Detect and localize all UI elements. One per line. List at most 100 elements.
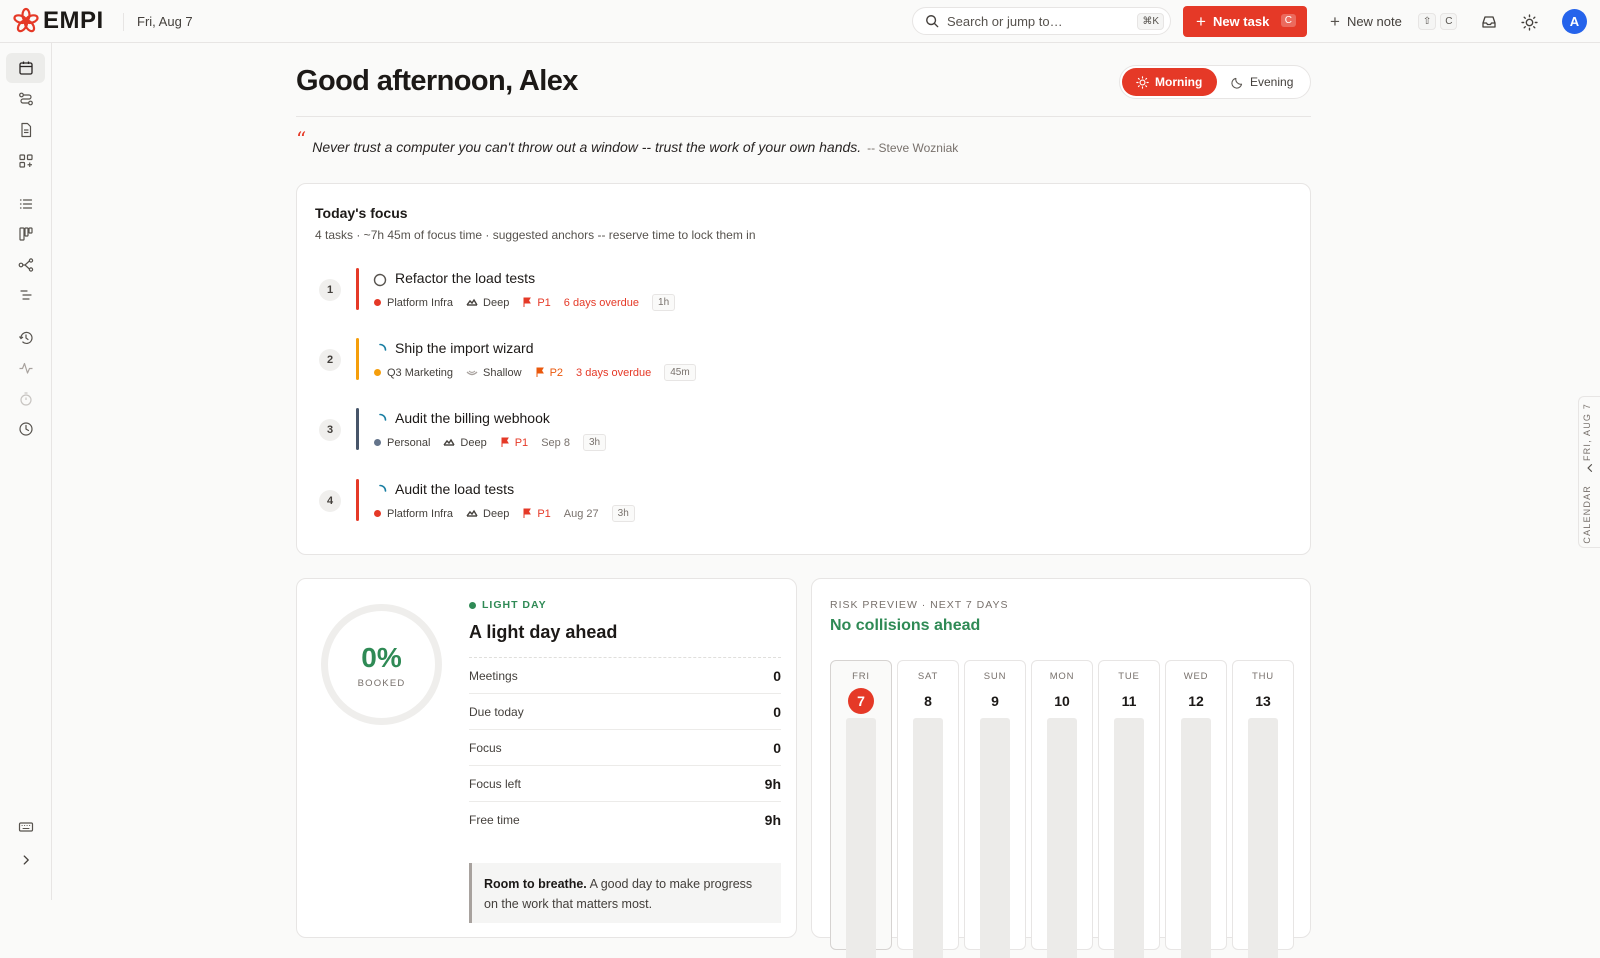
header-divider bbox=[296, 116, 1311, 117]
task-rank: 2 bbox=[319, 349, 341, 371]
sidebar-expand-button[interactable] bbox=[6, 845, 45, 875]
clock-icon bbox=[18, 422, 33, 436]
task-depth: Deep bbox=[483, 507, 510, 520]
search-icon bbox=[926, 15, 939, 28]
calendar-panel-tab[interactable]: FRI, AUG 7 CALENDAR bbox=[1578, 396, 1600, 548]
shift-key-icon: ⇧ bbox=[1417, 13, 1437, 30]
day-load-track bbox=[846, 718, 876, 958]
day-load-track bbox=[1181, 718, 1211, 958]
calendar-icon bbox=[18, 61, 33, 75]
task-estimate: 45m bbox=[664, 364, 696, 381]
focus-task[interactable]: 4 Audit the load tests Platform Infra De… bbox=[319, 479, 1219, 523]
day-column[interactable]: FRI 7 bbox=[830, 660, 892, 958]
stat-row: Due today 0 bbox=[469, 694, 781, 730]
day-column[interactable]: SUN 9 bbox=[964, 660, 1026, 958]
sun-theme-icon[interactable] bbox=[1519, 12, 1539, 32]
sidebar-item-list[interactable] bbox=[6, 189, 45, 219]
task-due: Aug 27 bbox=[563, 507, 599, 520]
deep-work-icon bbox=[466, 509, 478, 519]
kanban-icon bbox=[18, 227, 33, 241]
app-logo[interactable]: EMPI bbox=[12, 7, 104, 35]
sidebar-item-outline[interactable] bbox=[6, 280, 45, 310]
focus-task[interactable]: 2 Ship the import wizard Q3 Marketing Sh… bbox=[319, 338, 1219, 382]
sidebar-item-history[interactable] bbox=[6, 323, 45, 353]
focus-task[interactable]: 3 Audit the billing webhook Personal Dee… bbox=[319, 408, 1219, 452]
stat-value: 0 bbox=[773, 739, 781, 756]
task-project: Platform Infra bbox=[387, 507, 454, 520]
search-input[interactable]: Search or jump to… ⌘K bbox=[912, 7, 1171, 35]
day-of-week: WED bbox=[1183, 671, 1209, 682]
quote-mark-icon: “ bbox=[296, 127, 307, 151]
task-priority: P1 bbox=[537, 296, 551, 309]
booked-label: BOOKED bbox=[357, 678, 406, 689]
in-progress-icon[interactable] bbox=[373, 343, 387, 357]
task-meta: Q3 Marketing Shallow P2 3 days overdue 4… bbox=[374, 364, 696, 381]
sidebar-item-calendar[interactable] bbox=[6, 53, 45, 83]
sidebar-item-apps[interactable] bbox=[6, 146, 45, 176]
day-column[interactable]: THU 13 bbox=[1232, 660, 1294, 958]
sidebar-item-board[interactable] bbox=[6, 219, 45, 249]
morning-mode-label: Morning bbox=[1155, 75, 1203, 89]
day-column[interactable]: TUE 11 bbox=[1098, 660, 1160, 958]
focus-task[interactable]: 1 Refactor the load tests Platform Infra… bbox=[319, 268, 1219, 312]
inbox-icon[interactable] bbox=[1479, 12, 1499, 32]
sidebar-item-timer[interactable] bbox=[6, 384, 45, 414]
day-column[interactable]: SAT 8 bbox=[897, 660, 959, 958]
sidebar-item-clock[interactable] bbox=[6, 414, 45, 444]
stat-label: Focus left bbox=[469, 776, 522, 791]
sidebar-item-activity[interactable] bbox=[6, 353, 45, 383]
route-icon bbox=[18, 92, 33, 106]
task-meta: Platform Infra Deep P1 Aug 27 3h bbox=[374, 505, 635, 522]
risk-label: RISK PREVIEW · NEXT 7 DAYS bbox=[830, 599, 1009, 611]
flag-icon bbox=[535, 367, 545, 378]
day-column[interactable]: MON 10 bbox=[1031, 660, 1093, 958]
task-depth: Deep bbox=[483, 296, 510, 309]
day-number: 11 bbox=[1121, 693, 1137, 709]
task-title: Audit the billing webhook bbox=[395, 410, 550, 426]
stat-value: 9h bbox=[764, 775, 781, 792]
stat-label: Due today bbox=[469, 704, 524, 719]
in-progress-icon[interactable] bbox=[373, 413, 387, 427]
sidebar-item-shortcuts[interactable] bbox=[6, 812, 45, 842]
expand-chevron-icon bbox=[23, 855, 29, 865]
sidebar bbox=[0, 43, 52, 900]
circle-status-icon[interactable] bbox=[373, 273, 387, 287]
stat-row: Meetings 0 bbox=[469, 658, 781, 694]
task-rank: 1 bbox=[319, 279, 341, 301]
task-estimate: 3h bbox=[582, 434, 607, 451]
in-progress-icon[interactable] bbox=[373, 484, 387, 498]
plus-icon: + bbox=[1330, 11, 1340, 31]
new-task-button[interactable]: + New task C bbox=[1183, 6, 1307, 37]
status-badge: LIGHT DAY bbox=[469, 599, 547, 611]
new-note-button[interactable]: + New note ⇧ C bbox=[1330, 6, 1458, 37]
document-icon bbox=[20, 122, 31, 138]
day-summary-card: 0% BOOKED LIGHT DAY A light day ahead Me… bbox=[296, 578, 797, 938]
evening-mode-button[interactable]: Evening bbox=[1217, 68, 1307, 96]
day-load-track bbox=[980, 718, 1010, 958]
logo-flower-icon bbox=[13, 7, 39, 33]
task-estimate: 1h bbox=[652, 294, 676, 311]
app-name: EMPI bbox=[43, 7, 104, 34]
risk-preview-card: RISK PREVIEW · NEXT 7 DAYS No collisions… bbox=[811, 578, 1311, 958]
task-project: Platform Infra bbox=[387, 296, 454, 309]
avatar[interactable]: A bbox=[1562, 9, 1587, 34]
day-load-track bbox=[1047, 718, 1077, 958]
task-rank: 3 bbox=[319, 419, 341, 441]
deep-work-icon bbox=[443, 438, 456, 448]
sidebar-item-graph[interactable] bbox=[6, 250, 45, 280]
keyboard-icon bbox=[18, 822, 33, 832]
search-placeholder: Search or jump to… bbox=[947, 13, 1063, 29]
sidebar-item-routes[interactable] bbox=[6, 84, 45, 114]
sidebar-item-notes[interactable] bbox=[6, 115, 45, 145]
day-column[interactable]: WED 12 bbox=[1165, 660, 1227, 958]
stat-label: Meetings bbox=[469, 668, 518, 683]
project-dot-icon bbox=[374, 439, 381, 446]
morning-mode-button[interactable]: Morning bbox=[1122, 68, 1217, 96]
quote-author: -- Steve Wozniak bbox=[867, 141, 959, 155]
activity-icon bbox=[19, 362, 32, 374]
quote-text: Never trust a computer you can't throw o… bbox=[312, 139, 862, 155]
new-note-label: New note bbox=[1346, 14, 1402, 29]
day-note-bold: Room to breathe. bbox=[484, 877, 587, 891]
new-task-label: New task bbox=[1212, 14, 1270, 29]
task-priority: P2 bbox=[549, 366, 564, 379]
